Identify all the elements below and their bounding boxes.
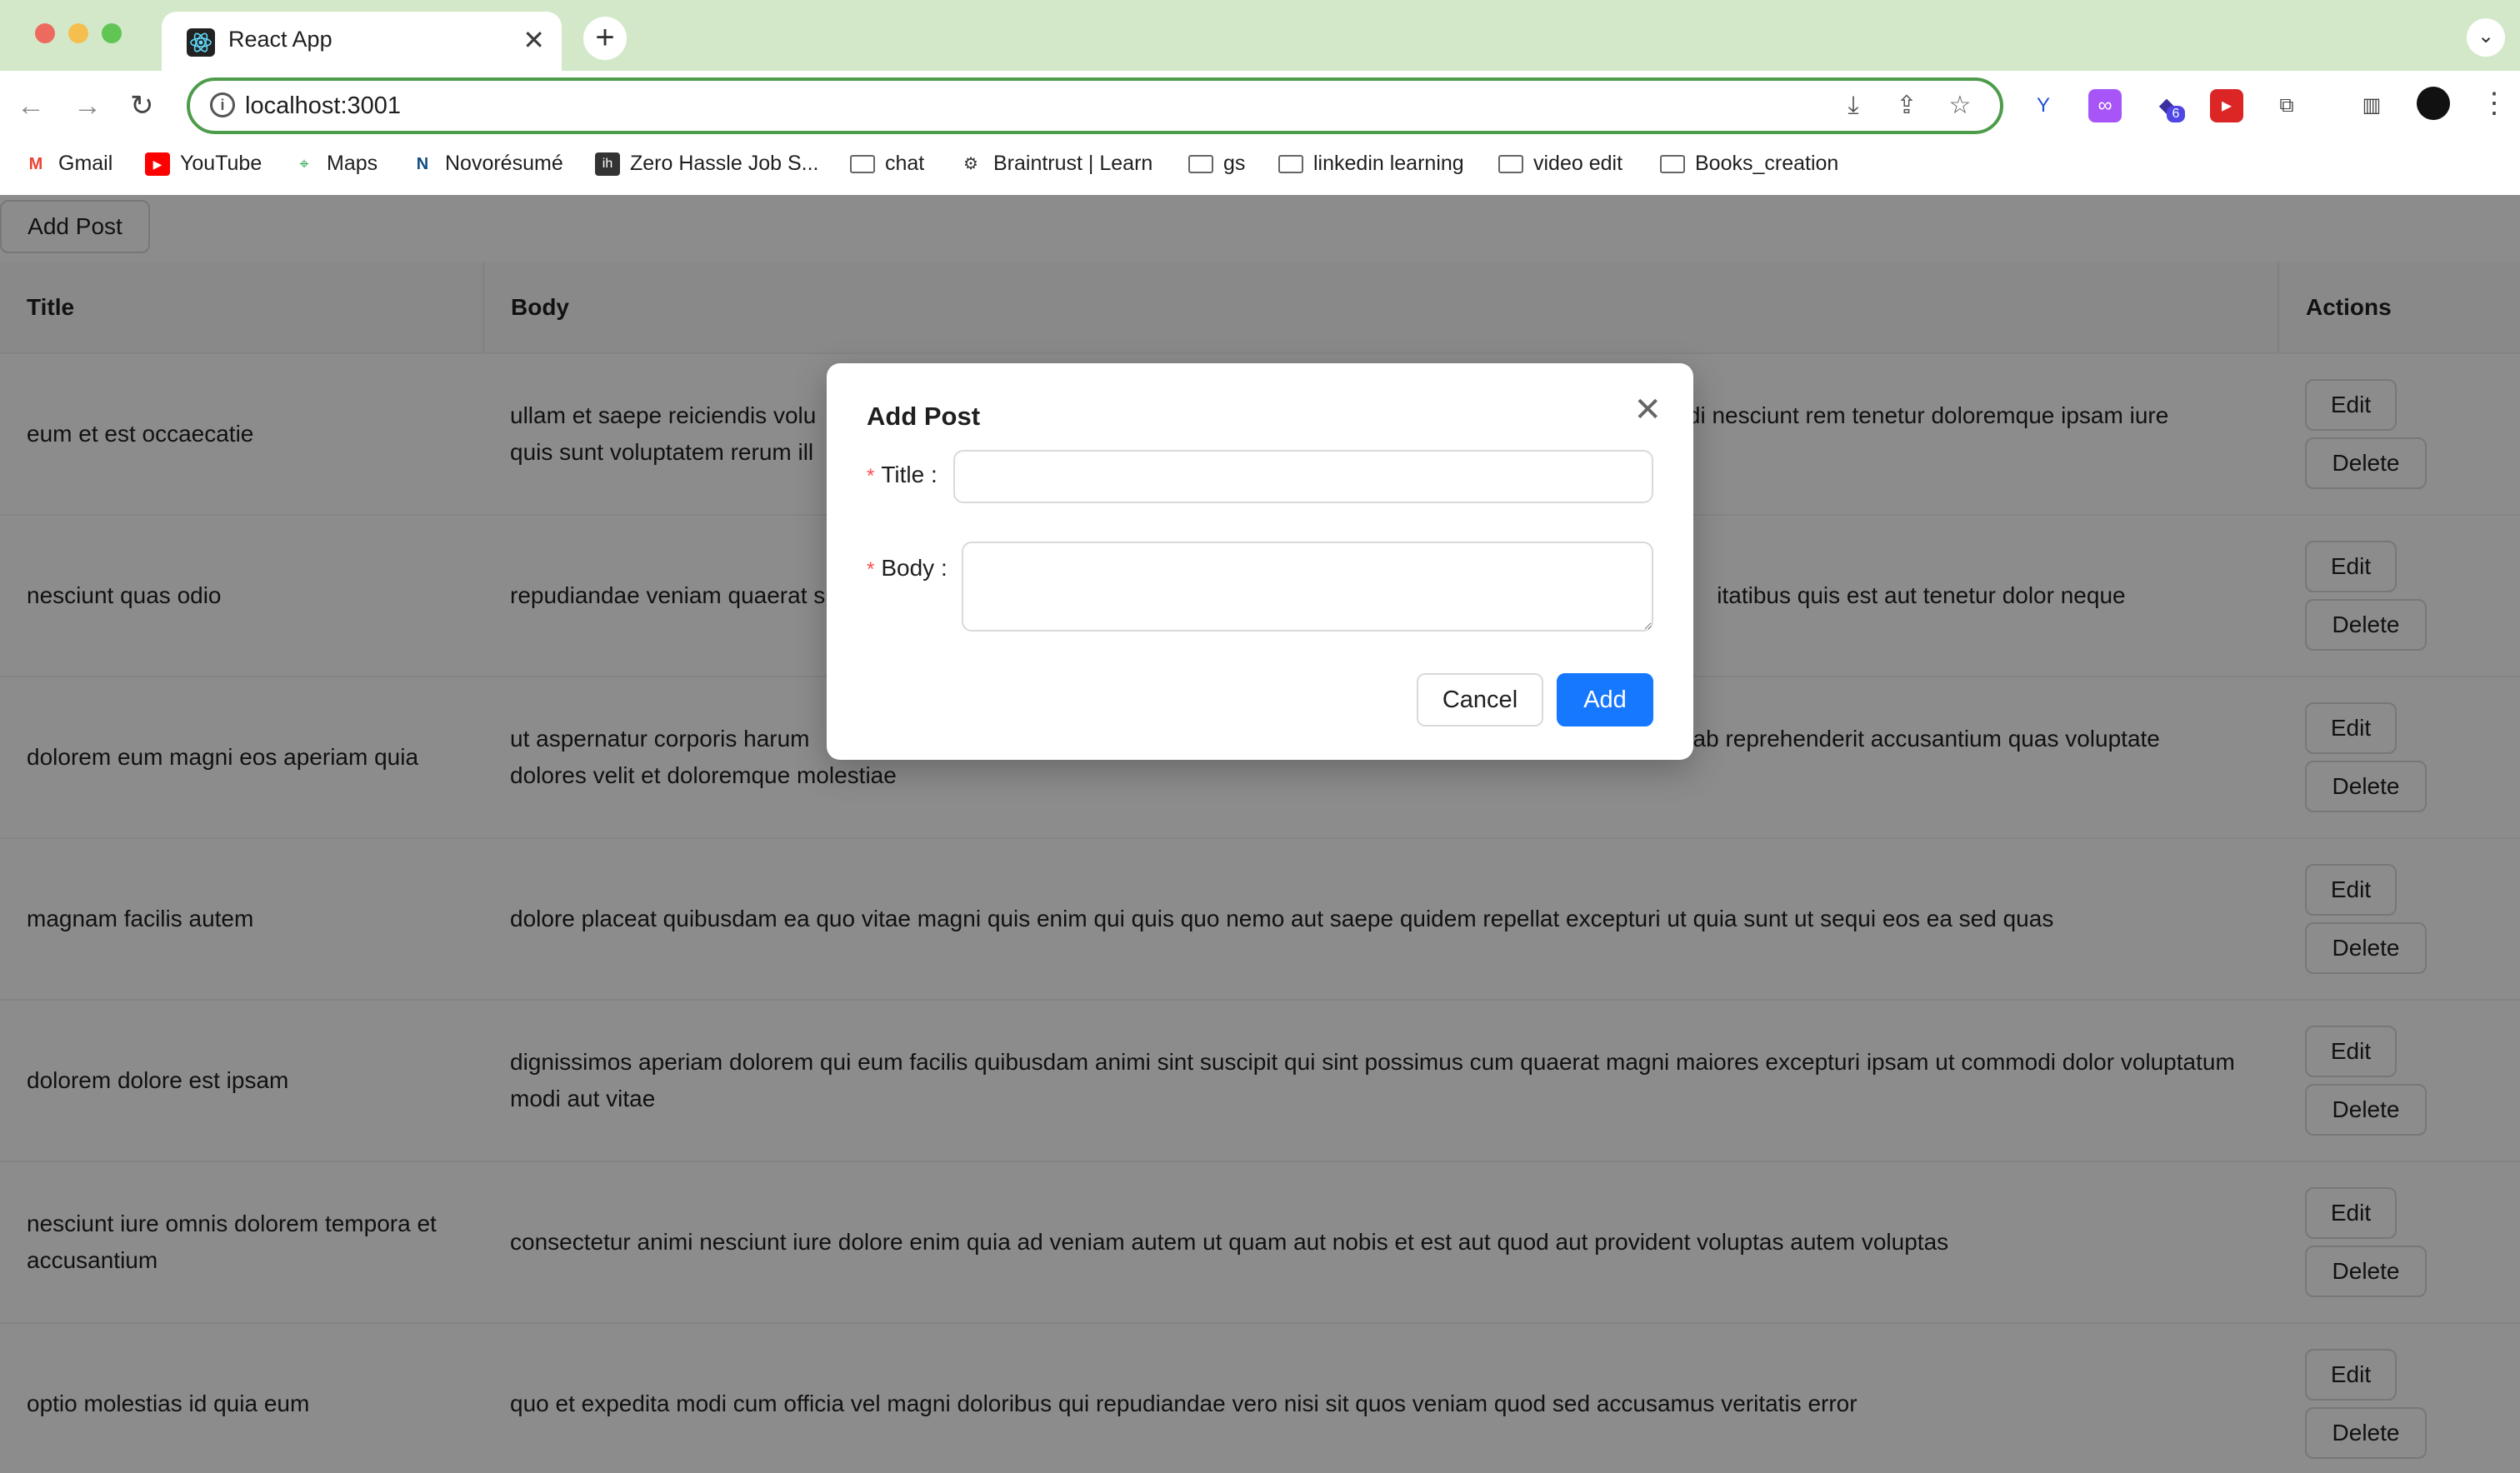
browser-tab[interactable]: React App ✕ [162, 12, 562, 71]
bookmark-maps[interactable]: ⌖ Maps [292, 152, 378, 176]
ih-icon: ih [595, 152, 620, 177]
title-input[interactable] [953, 450, 1653, 503]
install-app-icon[interactable]: ⤓ [1827, 92, 1880, 120]
title-field-label: * Title : [867, 462, 938, 487]
browser-tab-bar: React App ✕ + ⌄ [0, 0, 2520, 71]
folder-icon [1278, 155, 1303, 174]
side-panel-icon[interactable]: ▥ [2355, 89, 2388, 122]
extension-y-icon[interactable]: Y [2027, 89, 2060, 122]
bookmark-gs[interactable]: gs [1188, 152, 1245, 176]
bookmark-gmail[interactable]: M Gmail [23, 152, 113, 176]
share-icon[interactable]: ⇪ [1880, 91, 1933, 120]
gear-icon: ⚙ [963, 155, 978, 174]
novoresume-icon: N [416, 155, 429, 174]
folder-icon [1188, 155, 1213, 174]
bookmark-star-icon[interactable]: ☆ [1933, 91, 1987, 120]
folder-icon [850, 155, 875, 174]
bookmark-braintrust[interactable]: ⚙ Braintrust | Learn [958, 152, 1152, 176]
bookmark-zero-hassle[interactable]: ih Zero Hassle Job S... [595, 152, 818, 177]
more-menu-icon[interactable]: ⋮ [2480, 87, 2508, 120]
close-tab-icon[interactable]: ✕ [522, 23, 545, 57]
maps-icon: ⌖ [299, 155, 309, 174]
bookmark-novoresume[interactable]: N Novorésumé [410, 152, 563, 176]
close-icon[interactable]: ✕ [1633, 393, 1662, 427]
forward-arrow-icon[interactable]: → [73, 89, 102, 122]
bookmark-youtube[interactable]: ▶ YouTube [145, 152, 262, 177]
required-asterisk: * [867, 558, 875, 581]
profile-avatar[interactable] [2417, 87, 2450, 120]
required-asterisk: * [867, 465, 875, 487]
bookmark-linkedin-learning[interactable]: linkedin learning [1278, 152, 1464, 176]
add-button[interactable]: Add [1557, 673, 1653, 727]
extension-badge: 6 [2167, 106, 2185, 122]
url-text[interactable]: localhost:3001 [245, 92, 401, 120]
new-tab-button[interactable]: + [583, 17, 627, 60]
extension-stack-icon[interactable]: ◆ 6 [2150, 89, 2185, 122]
bookmark-chat[interactable]: chat [850, 152, 924, 176]
bookmark-books-creation[interactable]: Books_creation [1660, 152, 1838, 176]
chevron-down-icon[interactable]: ⌄ [2467, 18, 2505, 57]
bookmarks-bar: M Gmail ▶ YouTube ⌖ Maps N Novorésumé ih Zero… [0, 142, 2520, 195]
bookmark-video-edit[interactable]: video edit [1498, 152, 1622, 176]
extensions-puzzle-icon[interactable]: ⧉ [2270, 89, 2303, 122]
address-bar[interactable]: i localhost:3001 ⤓ ⇪ ☆ [187, 77, 2003, 134]
close-window-button[interactable] [35, 23, 55, 43]
gmail-icon: M [28, 155, 43, 174]
modal-title: Add Post [867, 402, 981, 431]
site-info-icon[interactable]: i [210, 92, 235, 117]
extension-purple-icon[interactable]: ∞ [2088, 89, 2122, 122]
react-icon [187, 28, 215, 57]
body-textarea[interactable] [962, 542, 1653, 632]
extension-youtube-icon[interactable]: ▸ [2210, 89, 2243, 122]
maximize-window-button[interactable] [102, 23, 122, 43]
folder-icon [1498, 155, 1523, 174]
reload-icon[interactable]: ↻ [130, 89, 154, 122]
tab-title: React App [228, 27, 332, 52]
cancel-button[interactable]: Cancel [1417, 673, 1543, 727]
browser-toolbar: ← → ↻ i localhost:3001 ⤓ ⇪ ☆ Y ∞ ◆ 6 ▸ ⧉ ▥ [0, 71, 2520, 142]
body-field-label: * Body : [867, 555, 948, 581]
add-post-modal: Add Post ✕ * Title : * Body : Cancel Add [827, 363, 1693, 760]
minimize-window-button[interactable] [68, 23, 88, 43]
back-arrow-icon[interactable]: ← [17, 89, 45, 122]
folder-icon [1660, 155, 1685, 174]
youtube-icon: ▶ [145, 152, 170, 177]
